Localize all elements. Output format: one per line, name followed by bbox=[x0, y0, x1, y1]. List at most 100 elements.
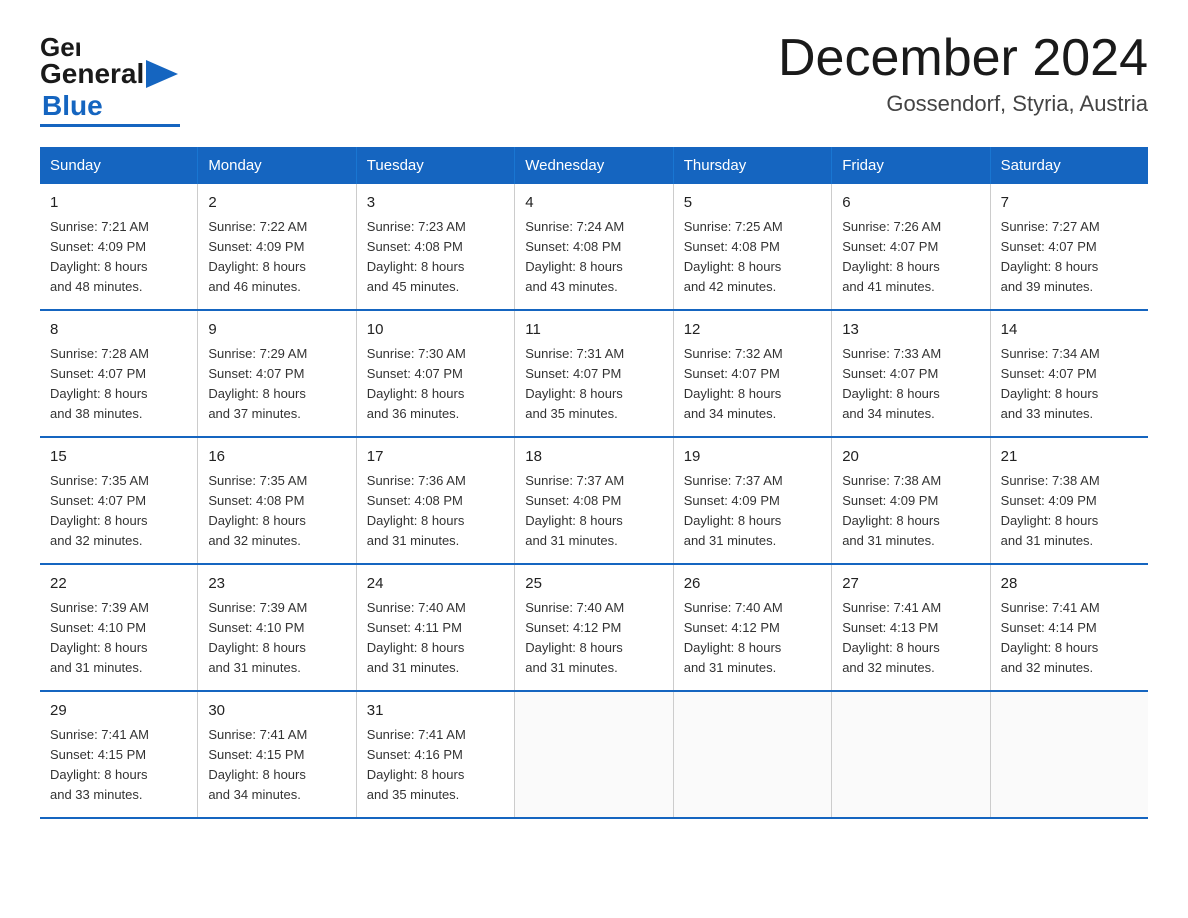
header-tuesday: Tuesday bbox=[356, 147, 514, 184]
day-number: 7 bbox=[1001, 192, 1138, 215]
title-area: December 2024 Gossendorf, Styria, Austri… bbox=[778, 30, 1148, 117]
calendar-week-row: 8 Sunrise: 7:28 AM Sunset: 4:07 PM Dayli… bbox=[40, 310, 1148, 437]
calendar-week-row: 29 Sunrise: 7:41 AM Sunset: 4:15 PM Dayl… bbox=[40, 691, 1148, 818]
calendar-cell: 22 Sunrise: 7:39 AM Sunset: 4:10 PM Dayl… bbox=[40, 564, 198, 691]
calendar-cell bbox=[515, 691, 673, 818]
day-info: Sunrise: 7:28 AM Sunset: 4:07 PM Dayligh… bbox=[50, 344, 187, 425]
calendar-cell: 3 Sunrise: 7:23 AM Sunset: 4:08 PM Dayli… bbox=[356, 184, 514, 310]
calendar-cell: 28 Sunrise: 7:41 AM Sunset: 4:14 PM Dayl… bbox=[990, 564, 1148, 691]
day-number: 14 bbox=[1001, 319, 1138, 342]
day-info: Sunrise: 7:41 AM Sunset: 4:13 PM Dayligh… bbox=[842, 598, 979, 679]
logo: General General Blue bbox=[40, 30, 180, 127]
day-info: Sunrise: 7:35 AM Sunset: 4:08 PM Dayligh… bbox=[208, 471, 345, 552]
calendar-body: 1 Sunrise: 7:21 AM Sunset: 4:09 PM Dayli… bbox=[40, 184, 1148, 818]
calendar-cell: 13 Sunrise: 7:33 AM Sunset: 4:07 PM Dayl… bbox=[832, 310, 990, 437]
day-number: 22 bbox=[50, 573, 187, 596]
header-friday: Friday bbox=[832, 147, 990, 184]
calendar-cell: 4 Sunrise: 7:24 AM Sunset: 4:08 PM Dayli… bbox=[515, 184, 673, 310]
logo-underline bbox=[40, 124, 180, 127]
day-info: Sunrise: 7:37 AM Sunset: 4:08 PM Dayligh… bbox=[525, 471, 662, 552]
calendar-cell: 19 Sunrise: 7:37 AM Sunset: 4:09 PM Dayl… bbox=[673, 437, 831, 564]
day-number: 10 bbox=[367, 319, 504, 342]
day-info: Sunrise: 7:36 AM Sunset: 4:08 PM Dayligh… bbox=[367, 471, 504, 552]
day-number: 13 bbox=[842, 319, 979, 342]
calendar-week-row: 15 Sunrise: 7:35 AM Sunset: 4:07 PM Dayl… bbox=[40, 437, 1148, 564]
calendar-cell: 14 Sunrise: 7:34 AM Sunset: 4:07 PM Dayl… bbox=[990, 310, 1148, 437]
header-saturday: Saturday bbox=[990, 147, 1148, 184]
calendar-cell: 21 Sunrise: 7:38 AM Sunset: 4:09 PM Dayl… bbox=[990, 437, 1148, 564]
day-info: Sunrise: 7:41 AM Sunset: 4:15 PM Dayligh… bbox=[50, 725, 187, 806]
day-info: Sunrise: 7:38 AM Sunset: 4:09 PM Dayligh… bbox=[842, 471, 979, 552]
day-number: 2 bbox=[208, 192, 345, 215]
day-info: Sunrise: 7:39 AM Sunset: 4:10 PM Dayligh… bbox=[50, 598, 187, 679]
day-number: 19 bbox=[684, 446, 821, 469]
calendar-cell bbox=[990, 691, 1148, 818]
calendar-cell: 16 Sunrise: 7:35 AM Sunset: 4:08 PM Dayl… bbox=[198, 437, 356, 564]
header-thursday: Thursday bbox=[673, 147, 831, 184]
day-info: Sunrise: 7:39 AM Sunset: 4:10 PM Dayligh… bbox=[208, 598, 345, 679]
calendar-cell: 27 Sunrise: 7:41 AM Sunset: 4:13 PM Dayl… bbox=[832, 564, 990, 691]
day-info: Sunrise: 7:30 AM Sunset: 4:07 PM Dayligh… bbox=[367, 344, 504, 425]
day-number: 27 bbox=[842, 573, 979, 596]
day-number: 15 bbox=[50, 446, 187, 469]
day-info: Sunrise: 7:41 AM Sunset: 4:15 PM Dayligh… bbox=[208, 725, 345, 806]
calendar-cell: 5 Sunrise: 7:25 AM Sunset: 4:08 PM Dayli… bbox=[673, 184, 831, 310]
calendar-cell: 30 Sunrise: 7:41 AM Sunset: 4:15 PM Dayl… bbox=[198, 691, 356, 818]
calendar-cell: 24 Sunrise: 7:40 AM Sunset: 4:11 PM Dayl… bbox=[356, 564, 514, 691]
day-number: 4 bbox=[525, 192, 662, 215]
day-info: Sunrise: 7:29 AM Sunset: 4:07 PM Dayligh… bbox=[208, 344, 345, 425]
day-number: 30 bbox=[208, 700, 345, 723]
day-number: 23 bbox=[208, 573, 345, 596]
calendar-cell: 25 Sunrise: 7:40 AM Sunset: 4:12 PM Dayl… bbox=[515, 564, 673, 691]
calendar-cell: 20 Sunrise: 7:38 AM Sunset: 4:09 PM Dayl… bbox=[832, 437, 990, 564]
day-info: Sunrise: 7:26 AM Sunset: 4:07 PM Dayligh… bbox=[842, 217, 979, 298]
calendar-cell: 23 Sunrise: 7:39 AM Sunset: 4:10 PM Dayl… bbox=[198, 564, 356, 691]
day-info: Sunrise: 7:40 AM Sunset: 4:12 PM Dayligh… bbox=[684, 598, 821, 679]
calendar-cell: 15 Sunrise: 7:35 AM Sunset: 4:07 PM Dayl… bbox=[40, 437, 198, 564]
day-headers-row: Sunday Monday Tuesday Wednesday Thursday… bbox=[40, 147, 1148, 184]
day-number: 12 bbox=[684, 319, 821, 342]
logo-arrow-icon bbox=[146, 60, 178, 88]
day-number: 8 bbox=[50, 319, 187, 342]
calendar-cell: 26 Sunrise: 7:40 AM Sunset: 4:12 PM Dayl… bbox=[673, 564, 831, 691]
day-number: 1 bbox=[50, 192, 187, 215]
day-info: Sunrise: 7:40 AM Sunset: 4:11 PM Dayligh… bbox=[367, 598, 504, 679]
calendar-cell: 6 Sunrise: 7:26 AM Sunset: 4:07 PM Dayli… bbox=[832, 184, 990, 310]
day-number: 17 bbox=[367, 446, 504, 469]
day-info: Sunrise: 7:21 AM Sunset: 4:09 PM Dayligh… bbox=[50, 217, 187, 298]
calendar-cell bbox=[673, 691, 831, 818]
calendar-cell: 31 Sunrise: 7:41 AM Sunset: 4:16 PM Dayl… bbox=[356, 691, 514, 818]
calendar-cell: 2 Sunrise: 7:22 AM Sunset: 4:09 PM Dayli… bbox=[198, 184, 356, 310]
day-number: 21 bbox=[1001, 446, 1138, 469]
day-info: Sunrise: 7:41 AM Sunset: 4:14 PM Dayligh… bbox=[1001, 598, 1138, 679]
day-number: 5 bbox=[684, 192, 821, 215]
calendar-cell: 12 Sunrise: 7:32 AM Sunset: 4:07 PM Dayl… bbox=[673, 310, 831, 437]
header: General General Blue December 2024 Gosse… bbox=[40, 30, 1148, 127]
day-info: Sunrise: 7:32 AM Sunset: 4:07 PM Dayligh… bbox=[684, 344, 821, 425]
calendar-cell: 17 Sunrise: 7:36 AM Sunset: 4:08 PM Dayl… bbox=[356, 437, 514, 564]
day-number: 11 bbox=[525, 319, 662, 342]
day-info: Sunrise: 7:31 AM Sunset: 4:07 PM Dayligh… bbox=[525, 344, 662, 425]
day-info: Sunrise: 7:38 AM Sunset: 4:09 PM Dayligh… bbox=[1001, 471, 1138, 552]
day-number: 29 bbox=[50, 700, 187, 723]
day-number: 20 bbox=[842, 446, 979, 469]
day-number: 25 bbox=[525, 573, 662, 596]
header-monday: Monday bbox=[198, 147, 356, 184]
calendar-cell: 11 Sunrise: 7:31 AM Sunset: 4:07 PM Dayl… bbox=[515, 310, 673, 437]
calendar-header: Sunday Monday Tuesday Wednesday Thursday… bbox=[40, 147, 1148, 184]
day-number: 3 bbox=[367, 192, 504, 215]
header-wednesday: Wednesday bbox=[515, 147, 673, 184]
day-number: 28 bbox=[1001, 573, 1138, 596]
day-info: Sunrise: 7:33 AM Sunset: 4:07 PM Dayligh… bbox=[842, 344, 979, 425]
calendar-cell: 18 Sunrise: 7:37 AM Sunset: 4:08 PM Dayl… bbox=[515, 437, 673, 564]
day-number: 24 bbox=[367, 573, 504, 596]
calendar-cell: 1 Sunrise: 7:21 AM Sunset: 4:09 PM Dayli… bbox=[40, 184, 198, 310]
logo-blue-text: Blue bbox=[42, 90, 103, 122]
day-info: Sunrise: 7:25 AM Sunset: 4:08 PM Dayligh… bbox=[684, 217, 821, 298]
day-info: Sunrise: 7:37 AM Sunset: 4:09 PM Dayligh… bbox=[684, 471, 821, 552]
day-number: 31 bbox=[367, 700, 504, 723]
calendar-cell: 7 Sunrise: 7:27 AM Sunset: 4:07 PM Dayli… bbox=[990, 184, 1148, 310]
day-info: Sunrise: 7:24 AM Sunset: 4:08 PM Dayligh… bbox=[525, 217, 662, 298]
page-title: December 2024 bbox=[778, 30, 1148, 87]
page-subtitle: Gossendorf, Styria, Austria bbox=[778, 91, 1148, 117]
